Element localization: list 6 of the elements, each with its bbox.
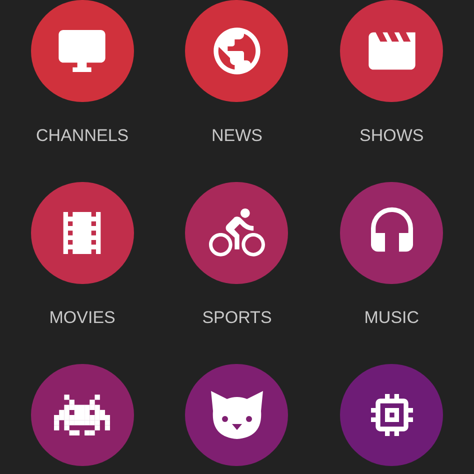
category-label: MOVIES (49, 308, 116, 328)
category-label: SPORTS (202, 308, 272, 328)
category-label: MUSIC (364, 308, 420, 328)
category-label: NEWS (211, 126, 262, 146)
category-label: SHOWS (360, 126, 424, 146)
category-label: CHANNELS (36, 126, 129, 146)
